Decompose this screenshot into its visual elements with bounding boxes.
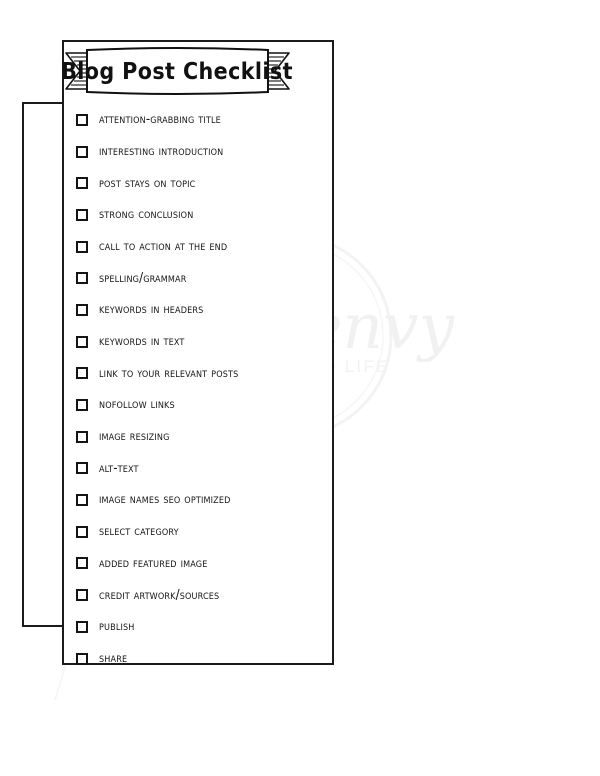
checklist: Attention-Grabbing Title Interesting Int…	[76, 104, 324, 674]
list-item[interactable]: Interesting Introduction	[76, 136, 324, 168]
list-item[interactable]: NOFOLLOW LINKS	[76, 389, 324, 421]
list-item[interactable]: Spelling/Grammar	[76, 262, 324, 294]
list-item-label: Post Stays on Topic	[99, 175, 196, 191]
list-item-label: Image Resizing	[99, 429, 170, 445]
checkbox-icon[interactable]	[76, 367, 88, 380]
list-item[interactable]: Attention-Grabbing Title	[76, 104, 324, 136]
checkbox-icon[interactable]	[76, 303, 88, 316]
checkbox-icon[interactable]	[76, 494, 88, 507]
list-item[interactable]: Credit Artwork/Sources	[76, 579, 324, 611]
title-banner: Blog Post Checklist	[60, 45, 295, 97]
printable-page: mom envy KIDS • HOME • LIFE	[0, 0, 600, 776]
checkbox-icon[interactable]	[76, 652, 88, 665]
checkbox-icon[interactable]	[76, 272, 88, 285]
list-item-label: Image Names SEO Optimized	[99, 492, 231, 508]
list-item[interactable]: ALT-TEXT	[76, 453, 324, 485]
list-item-label: Strong Conclusion	[99, 207, 194, 223]
list-item-label: Attention-Grabbing Title	[99, 112, 221, 128]
list-item[interactable]: Call to Action at the End	[76, 231, 324, 263]
list-item[interactable]: Image Names SEO Optimized	[76, 484, 324, 516]
list-item-label: Interesting Introduction	[99, 143, 224, 159]
checkbox-icon[interactable]	[76, 335, 88, 348]
list-item[interactable]: Strong Conclusion	[76, 199, 324, 231]
checkbox-icon[interactable]	[76, 430, 88, 443]
list-item[interactable]: Keywords in Text	[76, 326, 324, 358]
checkbox-icon[interactable]	[76, 177, 88, 190]
checkbox-icon[interactable]	[76, 620, 88, 633]
checklist-panel: Blog Post Checklist Attention-Grabbing T…	[60, 40, 334, 665]
checkbox-icon[interactable]	[76, 145, 88, 158]
checkbox-icon[interactable]	[76, 113, 88, 126]
page-title: Blog Post Checklist	[61, 59, 293, 85]
list-item-label: SHARE	[99, 650, 128, 666]
list-item-label: Keywords in Headers	[99, 302, 204, 318]
checkbox-icon[interactable]	[76, 240, 88, 253]
list-item-label: Link to Your Relevant Posts	[99, 365, 239, 381]
list-item[interactable]: Post Stays on Topic	[76, 167, 324, 199]
list-item[interactable]: added Featured Image	[76, 548, 324, 580]
list-item-label: Publish	[99, 619, 135, 635]
list-item[interactable]: Select Category	[76, 516, 324, 548]
list-item-label: Credit Artwork/Sources	[99, 587, 220, 603]
list-item-label: added Featured Image	[99, 555, 208, 571]
list-item-label: Spelling/Grammar	[99, 270, 187, 286]
checkbox-icon[interactable]	[76, 557, 88, 570]
list-item-label: Keywords in Text	[99, 334, 185, 350]
list-item[interactable]: Keywords in Headers	[76, 294, 324, 326]
list-item[interactable]: Image Resizing	[76, 421, 324, 453]
list-item-label: Call to Action at the End	[99, 238, 228, 254]
list-item[interactable]: Link to Your Relevant Posts	[76, 358, 324, 390]
checkbox-icon[interactable]	[76, 208, 88, 221]
checkbox-icon[interactable]	[76, 399, 88, 412]
list-item[interactable]: Publish	[76, 611, 324, 643]
list-item-label: ALT-TEXT	[99, 460, 139, 476]
checkbox-icon[interactable]	[76, 462, 88, 475]
list-item-label: NOFOLLOW LINKS	[99, 397, 175, 413]
checkbox-icon[interactable]	[76, 525, 88, 538]
checkbox-icon[interactable]	[76, 589, 88, 602]
list-item-label: Select Category	[99, 524, 179, 540]
list-item[interactable]: SHARE	[76, 643, 324, 675]
